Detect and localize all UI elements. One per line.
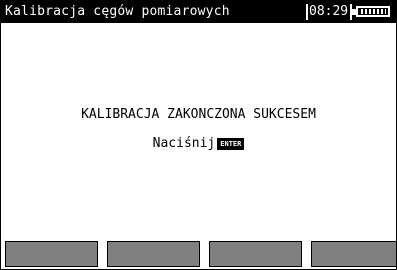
battery-level bbox=[361, 9, 386, 14]
screen-title: Kalibracja cęgów pomiarowych bbox=[5, 4, 230, 19]
prompt-text: Naciśnij bbox=[152, 136, 216, 151]
press-enter-prompt: Naciśnij ENTER bbox=[1, 136, 396, 151]
title-bar: Kalibracja cęgów pomiarowych 08:29 bbox=[1, 1, 396, 23]
softkey-1[interactable] bbox=[5, 241, 98, 267]
enter-key-icon[interactable]: ENTER bbox=[217, 137, 245, 150]
clock: 08:29 bbox=[309, 4, 349, 19]
softkey-bar bbox=[5, 241, 397, 267]
meter-screen: Kalibracja cęgów pomiarowych 08:29 KALIB… bbox=[0, 0, 397, 270]
status-message: KALIBRACJA ZAKONCZONA SUKCESEM bbox=[81, 107, 316, 122]
softkey-4[interactable] bbox=[311, 241, 397, 267]
battery-icon bbox=[356, 6, 390, 17]
softkey-3[interactable] bbox=[209, 241, 302, 267]
softkey-2[interactable] bbox=[107, 241, 200, 267]
title-separator bbox=[306, 4, 308, 20]
